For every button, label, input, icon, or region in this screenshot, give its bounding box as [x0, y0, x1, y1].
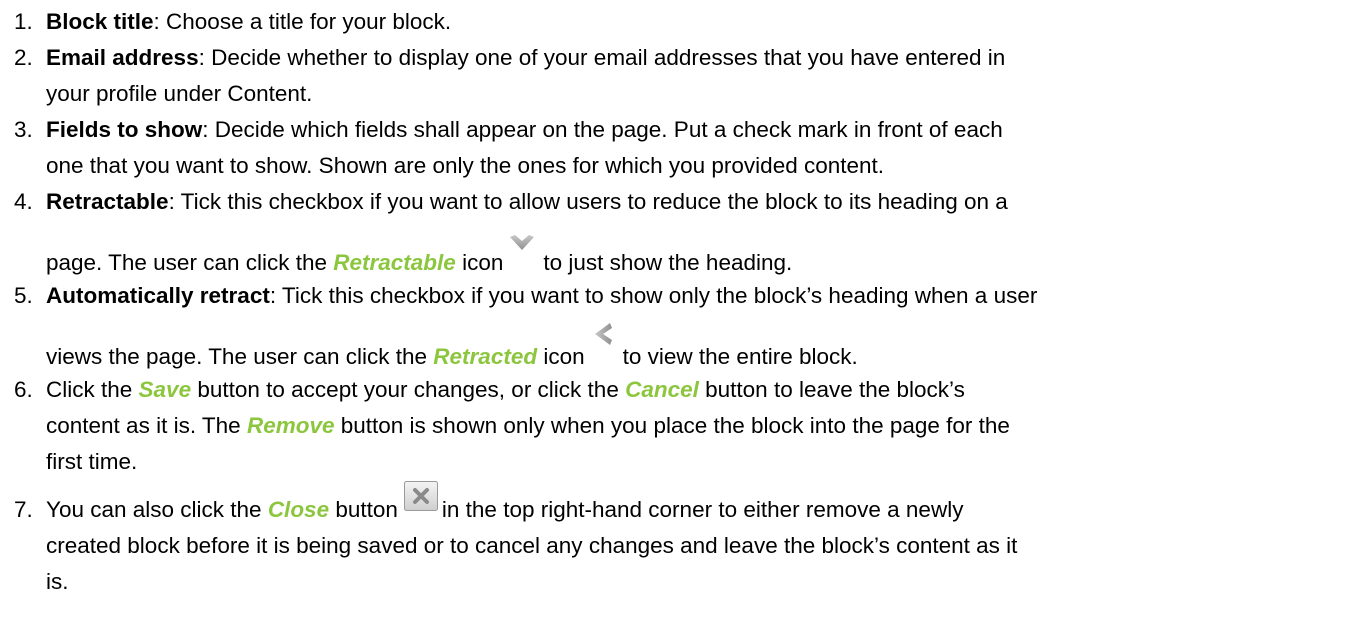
term-retractable: Retractable	[46, 189, 169, 214]
item-text: button is shown only when you place the …	[334, 413, 1010, 438]
list-number: 3.	[14, 117, 33, 142]
list-item-body: Click the Save button to accept your cha…	[46, 372, 1337, 480]
term-block-title: Block title	[46, 9, 154, 34]
list-item-body: Retractable: Tick this checkbox if you w…	[46, 184, 1337, 278]
item-text: content as it is. The	[46, 413, 247, 438]
retractable-label: Retractable	[333, 250, 456, 275]
save-label: Save	[138, 377, 192, 402]
list-item-body: Email address: Decide whether to display…	[46, 40, 1337, 112]
instructions-document: 1. Block title: Choose a title for your …	[0, 0, 1357, 640]
item-text: Click the	[46, 377, 139, 402]
item-text: : Choose a title for your block.	[153, 9, 452, 34]
list-number: 5.	[14, 283, 33, 308]
retracted-label: Retracted	[433, 344, 538, 369]
item-text: page. The user can click the	[46, 250, 334, 275]
close-icon	[403, 481, 438, 511]
remove-label: Remove	[246, 413, 335, 438]
list-number: 4.	[14, 189, 33, 214]
term-email-address: Email address	[46, 45, 199, 70]
item-text: button to leave the block’s	[698, 377, 965, 402]
cancel-label: Cancel	[625, 377, 699, 402]
item-text: : Tick this checkbox if you want to show…	[269, 283, 1038, 308]
item-text: in the top right-hand corner to either r…	[441, 497, 964, 522]
item-text: button to accept your changes, or click …	[191, 377, 626, 402]
item-text: : Decide which fields shall appear on th…	[202, 117, 1003, 142]
item-text: created block before it is being saved o…	[46, 533, 1018, 558]
list-number: 7.	[14, 497, 33, 522]
list-number: 2.	[14, 45, 33, 70]
list-item-body: Fields to show: Decide which fields shal…	[46, 112, 1337, 184]
list-item-body: Automatically retract: Tick this checkbo…	[46, 278, 1337, 372]
list-number: 6.	[14, 377, 33, 402]
item-text: You can also click the	[46, 497, 268, 522]
item-text: icon	[537, 344, 585, 369]
item-text: views the page. The user can click the	[46, 344, 434, 369]
close-label: Close	[267, 497, 330, 522]
list-item-body: Block title: Choose a title for your blo…	[46, 4, 1337, 40]
chevron-left-icon	[593, 322, 613, 346]
term-fields-to-show: Fields to show	[46, 117, 203, 142]
item-text: : Tick this checkbox if you want to allo…	[168, 189, 1008, 214]
item-text: to view the entire block.	[622, 344, 858, 369]
list-item-body: You can also click the Close button in th…	[46, 481, 1337, 600]
item-text: is.	[46, 569, 69, 594]
item-text: to just show the heading.	[543, 250, 793, 275]
item-text: one that you want to show. Shown are onl…	[46, 153, 885, 178]
item-text: : Decide whether to display one of your …	[198, 45, 1006, 70]
item-text: icon	[455, 250, 504, 275]
chevron-down-icon	[509, 230, 535, 250]
term-automatically-retract: Automatically retract	[46, 283, 270, 308]
item-text: first time.	[46, 449, 138, 474]
item-text: button	[329, 497, 398, 522]
item-text: your profile under Content.	[46, 81, 313, 106]
list-number: 1.	[14, 9, 33, 34]
